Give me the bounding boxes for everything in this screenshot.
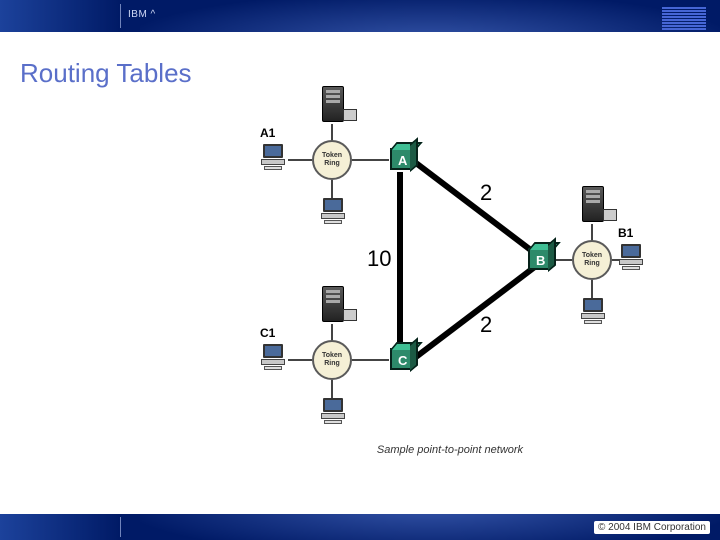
server-icon bbox=[322, 286, 344, 322]
workstation-icon bbox=[616, 244, 646, 272]
server-icon bbox=[322, 86, 344, 122]
network-diagram: 2 2 10 A Token Ring A1 B Token Ring B1 C… bbox=[270, 80, 630, 450]
footer-separator bbox=[120, 517, 121, 537]
link-cost-ac: 10 bbox=[367, 246, 391, 272]
token-ring-a: Token Ring bbox=[312, 140, 352, 180]
router-a: A bbox=[390, 148, 412, 170]
header-separator bbox=[120, 4, 121, 28]
host-label-a1: A1 bbox=[260, 126, 275, 140]
header-bar: IBM ^ bbox=[0, 0, 720, 32]
slide-title: Routing Tables bbox=[20, 58, 192, 89]
router-b: B bbox=[528, 248, 550, 270]
workstation-icon bbox=[318, 198, 348, 226]
link-cost-bc: 2 bbox=[480, 312, 492, 338]
workstation-icon bbox=[578, 298, 608, 326]
token-ring-c: Token Ring bbox=[312, 340, 352, 380]
router-c-label: C bbox=[398, 353, 407, 368]
workstation-icon bbox=[258, 144, 288, 172]
router-c: C bbox=[390, 348, 412, 370]
header-decoration bbox=[140, 0, 720, 32]
router-b-label: B bbox=[536, 253, 545, 268]
workstation-icon bbox=[318, 398, 348, 426]
token-ring-b: Token Ring bbox=[572, 240, 612, 280]
diagram-caption: Sample point-to-point network bbox=[270, 444, 630, 456]
router-a-label: A bbox=[398, 153, 407, 168]
host-label-c1: C1 bbox=[260, 326, 275, 340]
server-icon bbox=[582, 186, 604, 222]
workstation-icon bbox=[258, 344, 288, 372]
ibm-logo bbox=[662, 7, 706, 31]
host-label-b1: B1 bbox=[618, 226, 633, 240]
copyright-text: © 2004 IBM Corporation bbox=[594, 521, 710, 534]
header-brand-text: IBM ^ bbox=[128, 9, 156, 20]
link-cost-ab: 2 bbox=[480, 180, 492, 206]
